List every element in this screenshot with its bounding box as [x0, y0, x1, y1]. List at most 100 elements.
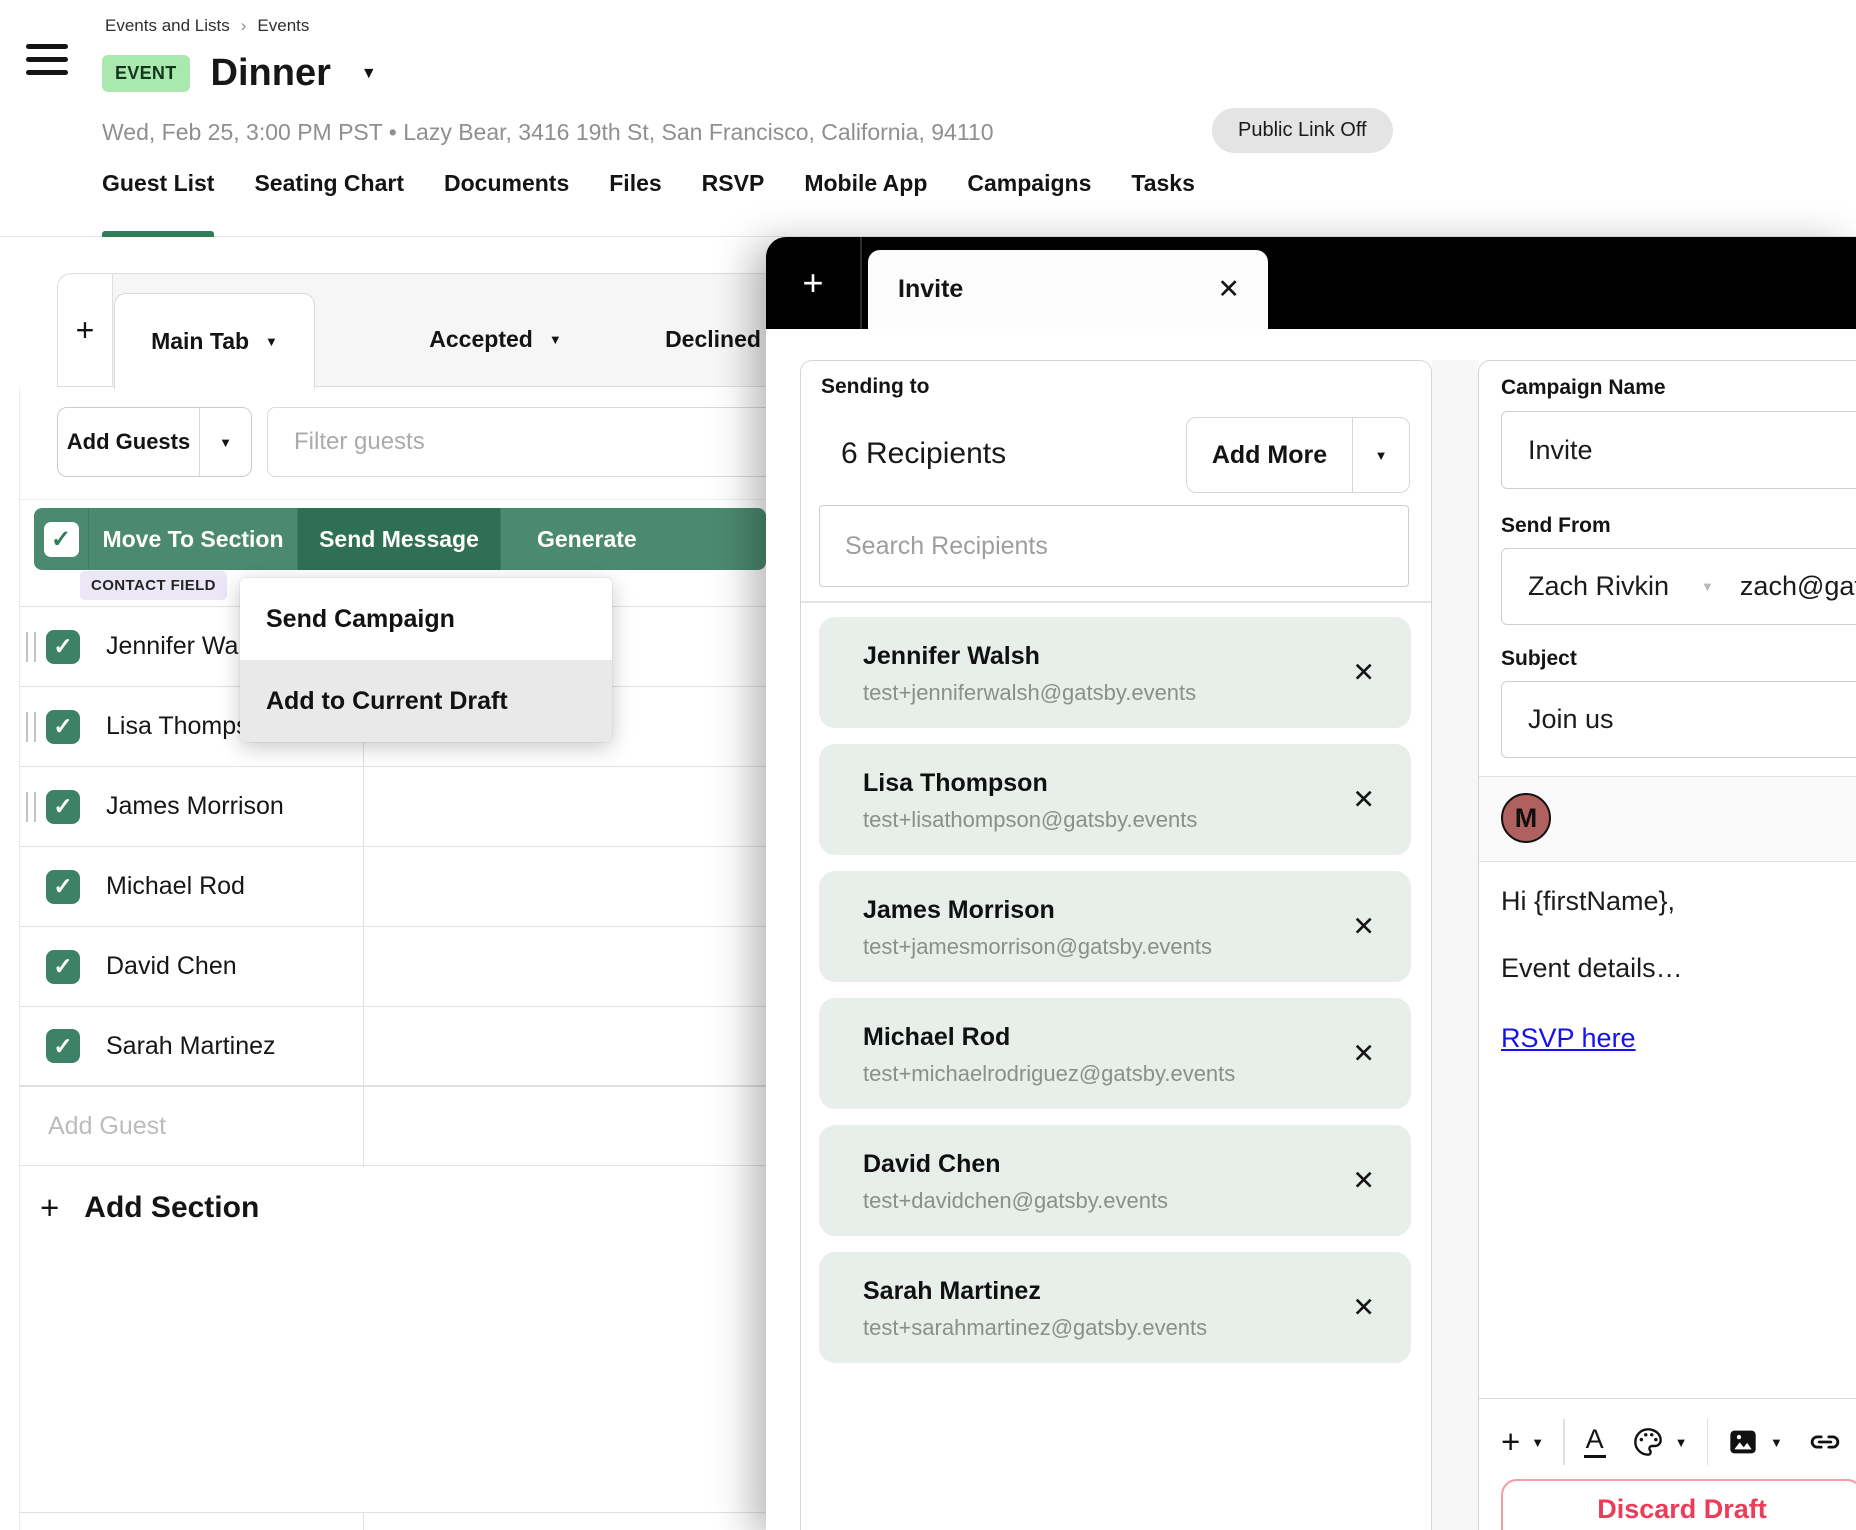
guest-row[interactable]: ✓ Michael Rod — [19, 846, 766, 926]
text-color-icon[interactable]: A — [1584, 1426, 1606, 1458]
divider — [1479, 861, 1856, 862]
nav-tab-mobile-app[interactable]: Mobile App — [804, 168, 927, 237]
recipient-email: test+davidchen@gatsby.events — [863, 1188, 1168, 1214]
event-datetime-location: Wed, Feb 25, 3:00 PM PST • Lazy Bear, 34… — [102, 119, 994, 146]
editor-toolbar: + ▼ A ▼ ▼ — [1501, 1411, 1843, 1473]
add-guests-caret[interactable]: ▼ — [199, 408, 251, 476]
add-guest-row[interactable]: Add Guest — [19, 1086, 766, 1166]
tab-accepted[interactable]: Accepted▼ — [388, 293, 603, 386]
tab-main-tab[interactable]: Main Tab▼ — [114, 293, 315, 389]
remove-recipient-icon[interactable]: ✕ — [1352, 1038, 1375, 1069]
modal-header-bar: + Invite ✕ — [766, 237, 1856, 329]
add-guests-split-button[interactable]: Add Guests ▼ — [57, 407, 252, 477]
send-message-context-menu: Send Campaign Add to Current Draft — [240, 578, 612, 742]
remove-recipient-icon[interactable]: ✕ — [1352, 1292, 1375, 1323]
email-body-greeting[interactable]: Hi {firstName}, — [1501, 886, 1675, 917]
menu-icon[interactable] — [26, 44, 68, 75]
guest-checkbox[interactable]: ✓ — [46, 1029, 80, 1063]
select-all-checkbox[interactable]: ✓ — [44, 522, 79, 557]
caret-down-icon: ▼ — [219, 435, 232, 450]
sending-to-panel: Sending to 6 Recipients Add More ▼ Jenni… — [800, 360, 1432, 1530]
send-from-name: Zach Rivkin — [1528, 571, 1669, 602]
nav-tab-campaigns[interactable]: Campaigns — [967, 168, 1091, 237]
nav-tab-seating-chart[interactable]: Seating Chart — [254, 168, 404, 237]
guest-checkbox[interactable]: ✓ — [46, 710, 80, 744]
recipient-email: test+sarahmartinez@gatsby.events — [863, 1315, 1207, 1341]
new-campaign-tab-button[interactable]: + — [766, 237, 860, 329]
send-message-button[interactable]: Send Message — [298, 508, 500, 570]
close-icon[interactable]: ✕ — [1217, 274, 1240, 305]
nav-tab-files[interactable]: Files — [609, 168, 661, 237]
check-icon: ✓ — [53, 1033, 72, 1060]
add-section-button[interactable]: + Add Section — [40, 1189, 259, 1227]
rsvp-link[interactable]: RSVP here — [1501, 1023, 1636, 1054]
title-caret-icon[interactable]: ▼ — [361, 65, 377, 83]
drag-handle-icon[interactable] — [26, 712, 36, 742]
email-body-details[interactable]: Event details… — [1501, 953, 1683, 984]
add-guests-button[interactable]: Add Guests — [58, 408, 199, 476]
nav-tab-rsvp[interactable]: RSVP — [702, 168, 765, 237]
remove-recipient-icon[interactable]: ✕ — [1352, 657, 1375, 688]
nav-tab-guest-list[interactable]: Guest List — [102, 168, 214, 237]
sending-to-label: Sending to — [821, 375, 930, 399]
insert-image-icon[interactable] — [1727, 1426, 1759, 1458]
add-tab-button[interactable]: + — [58, 274, 113, 386]
move-to-section-button[interactable]: Move To Section — [89, 508, 297, 570]
remove-recipient-icon[interactable]: ✕ — [1352, 1165, 1375, 1196]
add-more-caret[interactable]: ▼ — [1352, 418, 1409, 492]
guest-row[interactable]: ✓ Sarah Martinez — [19, 1006, 766, 1086]
tab-separator — [860, 237, 862, 329]
guest-checkbox[interactable]: ✓ — [46, 950, 80, 984]
title-row: EVENT Dinner ▼ — [102, 52, 377, 95]
invite-campaign-tab[interactable]: Invite ✕ — [868, 250, 1268, 329]
page-title: Dinner — [211, 52, 331, 95]
insert-block-icon[interactable]: + — [1501, 1423, 1520, 1461]
guest-row[interactable]: ✓ David Chen — [19, 926, 766, 1006]
drag-handle-icon[interactable] — [26, 792, 36, 822]
nav-tab-tasks[interactable]: Tasks — [1131, 168, 1195, 237]
column-header-contact-field[interactable]: CONTACT FIELD — [80, 571, 227, 600]
caret-down-icon[interactable]: ▼ — [1531, 1435, 1544, 1450]
select-all-segment[interactable]: ✓ — [34, 508, 88, 570]
send-from-select[interactable]: Zach Rivkin ▼ zach@gatsby.events — [1501, 548, 1856, 625]
next-section-border — [19, 1512, 766, 1513]
breadcrumb-events[interactable]: Events — [257, 16, 309, 36]
campaign-name-input[interactable]: Invite — [1501, 411, 1856, 489]
caret-down-icon[interactable]: ▼ — [1770, 1435, 1783, 1450]
add-more-split-button[interactable]: Add More ▼ — [1186, 417, 1410, 493]
discard-draft-button[interactable]: Discard Draft — [1501, 1479, 1856, 1530]
caret-down-icon: ▼ — [1701, 579, 1714, 594]
guest-row[interactable]: ✓ James Morrison — [19, 766, 766, 846]
menu-item-add-to-current-draft[interactable]: Add to Current Draft — [240, 660, 612, 742]
insert-link-icon[interactable] — [1807, 1426, 1843, 1458]
menu-item-send-campaign[interactable]: Send Campaign — [240, 578, 612, 660]
check-icon: ✓ — [53, 793, 72, 820]
remove-recipient-icon[interactable]: ✕ — [1352, 784, 1375, 815]
recipient-name: James Morrison — [863, 896, 1055, 925]
add-more-button[interactable]: Add More — [1187, 418, 1352, 492]
breadcrumb-events-and-lists[interactable]: Events and Lists — [105, 16, 230, 36]
caret-down-icon[interactable]: ▼ — [265, 334, 278, 349]
recipient-name: David Chen — [863, 1150, 1001, 1179]
compose-panel: Campaign Name Invite Send From Zach Rivk… — [1478, 360, 1856, 1530]
drag-handle-icon[interactable] — [26, 632, 36, 662]
tab-declined[interactable]: Declined — [603, 293, 766, 386]
guest-name: David Chen — [106, 952, 237, 981]
avatar[interactable]: M — [1501, 793, 1551, 843]
guest-checkbox[interactable]: ✓ — [46, 870, 80, 904]
generate-button[interactable]: Generate — [501, 508, 766, 570]
filter-guests-input[interactable] — [267, 407, 766, 477]
guest-checkbox[interactable]: ✓ — [46, 790, 80, 824]
bulk-actions-toolbar: ✓ Move To Section Send Message Generate — [34, 508, 766, 570]
guest-checkbox[interactable]: ✓ — [46, 630, 80, 664]
subject-input[interactable]: Join us — [1501, 681, 1856, 758]
nav-tab-documents[interactable]: Documents — [444, 168, 569, 237]
event-type-badge: EVENT — [102, 55, 190, 92]
public-link-toggle-badge[interactable]: Public Link Off — [1212, 108, 1393, 153]
caret-down-icon[interactable]: ▼ — [1675, 1435, 1688, 1450]
caret-down-icon[interactable]: ▼ — [549, 332, 562, 347]
remove-recipient-icon[interactable]: ✕ — [1352, 911, 1375, 942]
search-recipients-input[interactable] — [819, 505, 1409, 587]
guest-name: Sarah Martinez — [106, 1032, 276, 1061]
theme-palette-icon[interactable] — [1632, 1426, 1664, 1458]
